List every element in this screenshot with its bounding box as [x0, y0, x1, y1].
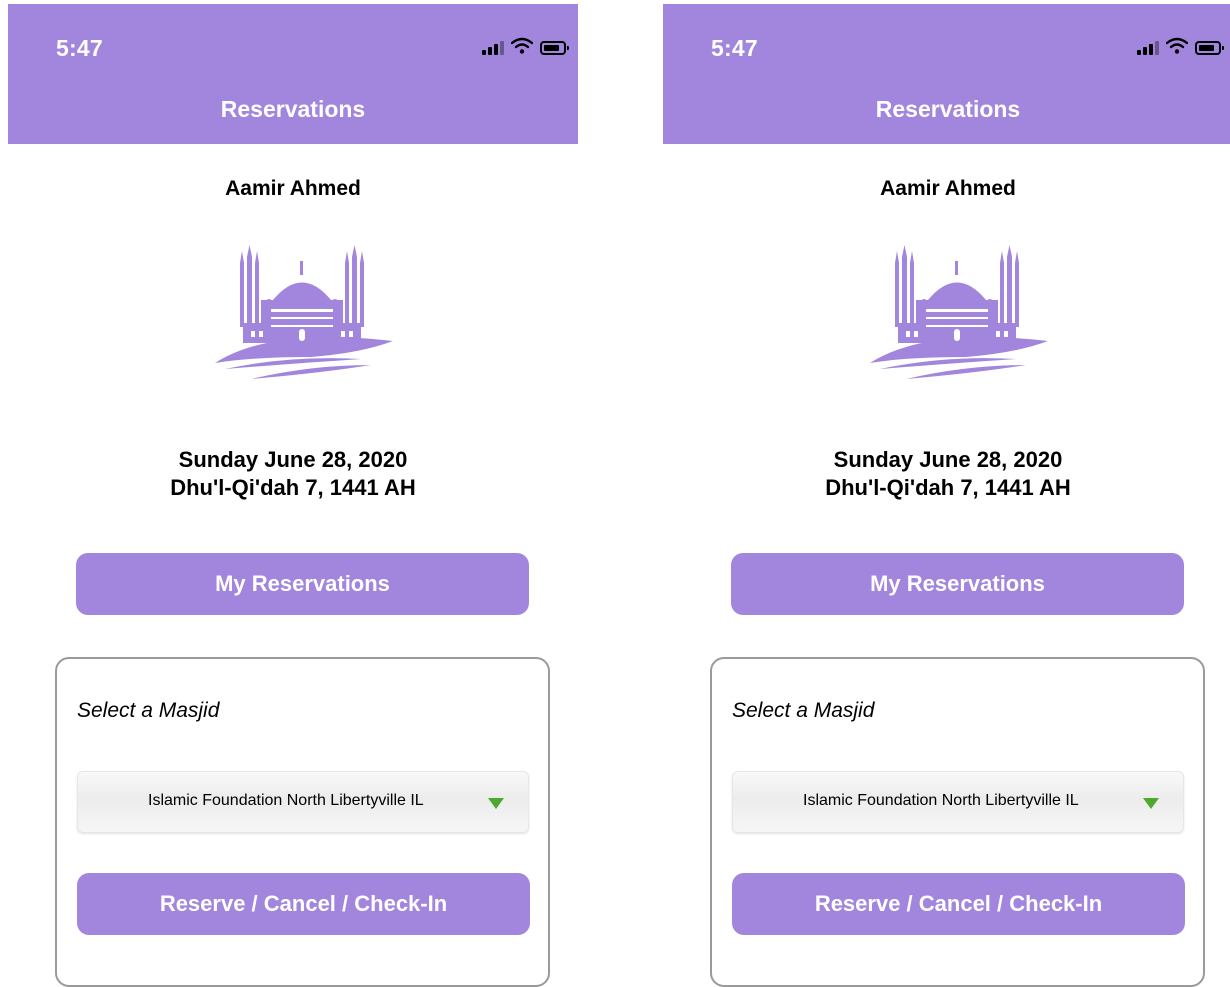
date-block: Sunday June 28, 2020 Dhu'l-Qi'dah 7, 144… — [663, 446, 1230, 502]
my-reservations-button[interactable]: My Reservations — [76, 553, 529, 615]
select-masjid-label: Select a Masjid — [77, 699, 220, 722]
select-masjid-label: Select a Masjid — [732, 699, 875, 722]
mosque-logo-icon — [870, 245, 1048, 379]
status-icons — [482, 37, 569, 55]
reserve-cancel-checkin-button[interactable]: Reserve / Cancel / Check-In — [732, 873, 1185, 935]
gregorian-date: Sunday June 28, 2020 — [178, 447, 408, 472]
nav-title: Reservations — [875, 96, 1021, 122]
hijri-date: Dhu'l-Qi'dah 7, 1441 AH — [825, 475, 1071, 500]
signal-icon — [482, 39, 504, 55]
battery-icon — [540, 41, 569, 55]
status-icons — [1137, 37, 1224, 55]
nav-title: Reservations — [220, 96, 366, 122]
reserve-cancel-checkin-button[interactable]: Reserve / Cancel / Check-In — [77, 873, 530, 935]
masjid-panel: Select a Masjid Islamic Foundation North… — [55, 657, 550, 987]
mosque-logo-icon — [215, 245, 393, 379]
masjid-selected-value: Islamic Foundation North Libertyville IL — [803, 792, 1079, 809]
gregorian-date: Sunday June 28, 2020 — [833, 447, 1063, 472]
dropdown-arrow-icon — [1143, 798, 1159, 809]
dropdown-arrow-icon — [488, 798, 504, 809]
user-name: Aamir Ahmed — [225, 177, 361, 200]
status-time: 5:47 — [711, 35, 758, 61]
hijri-date: Dhu'l-Qi'dah 7, 1441 AH — [170, 475, 416, 500]
masjid-panel: Select a Masjid Islamic Foundation North… — [710, 657, 1205, 987]
status-time: 5:47 — [56, 35, 103, 61]
date-block: Sunday June 28, 2020 Dhu'l-Qi'dah 7, 144… — [8, 446, 578, 502]
phone-screen-left: 5:47 Reservations Aamir Ahmed Sunday Jun… — [8, 0, 578, 987]
header-bar: 5:47 Reservations — [8, 4, 578, 144]
wifi-icon — [511, 37, 533, 54]
masjid-selected-value: Islamic Foundation North Libertyville IL — [148, 792, 424, 809]
masjid-dropdown[interactable]: Islamic Foundation North Libertyville IL — [732, 771, 1184, 833]
wifi-icon — [1166, 37, 1188, 54]
phone-screen-right: 5:47 Reservations Aamir Ahmed Sunday Jun… — [663, 0, 1230, 987]
signal-icon — [1137, 39, 1159, 55]
user-name: Aamir Ahmed — [880, 177, 1016, 200]
masjid-dropdown[interactable]: Islamic Foundation North Libertyville IL — [77, 771, 529, 833]
battery-icon — [1195, 41, 1224, 55]
my-reservations-button[interactable]: My Reservations — [731, 553, 1184, 615]
header-bar: 5:47 Reservations — [663, 4, 1230, 144]
